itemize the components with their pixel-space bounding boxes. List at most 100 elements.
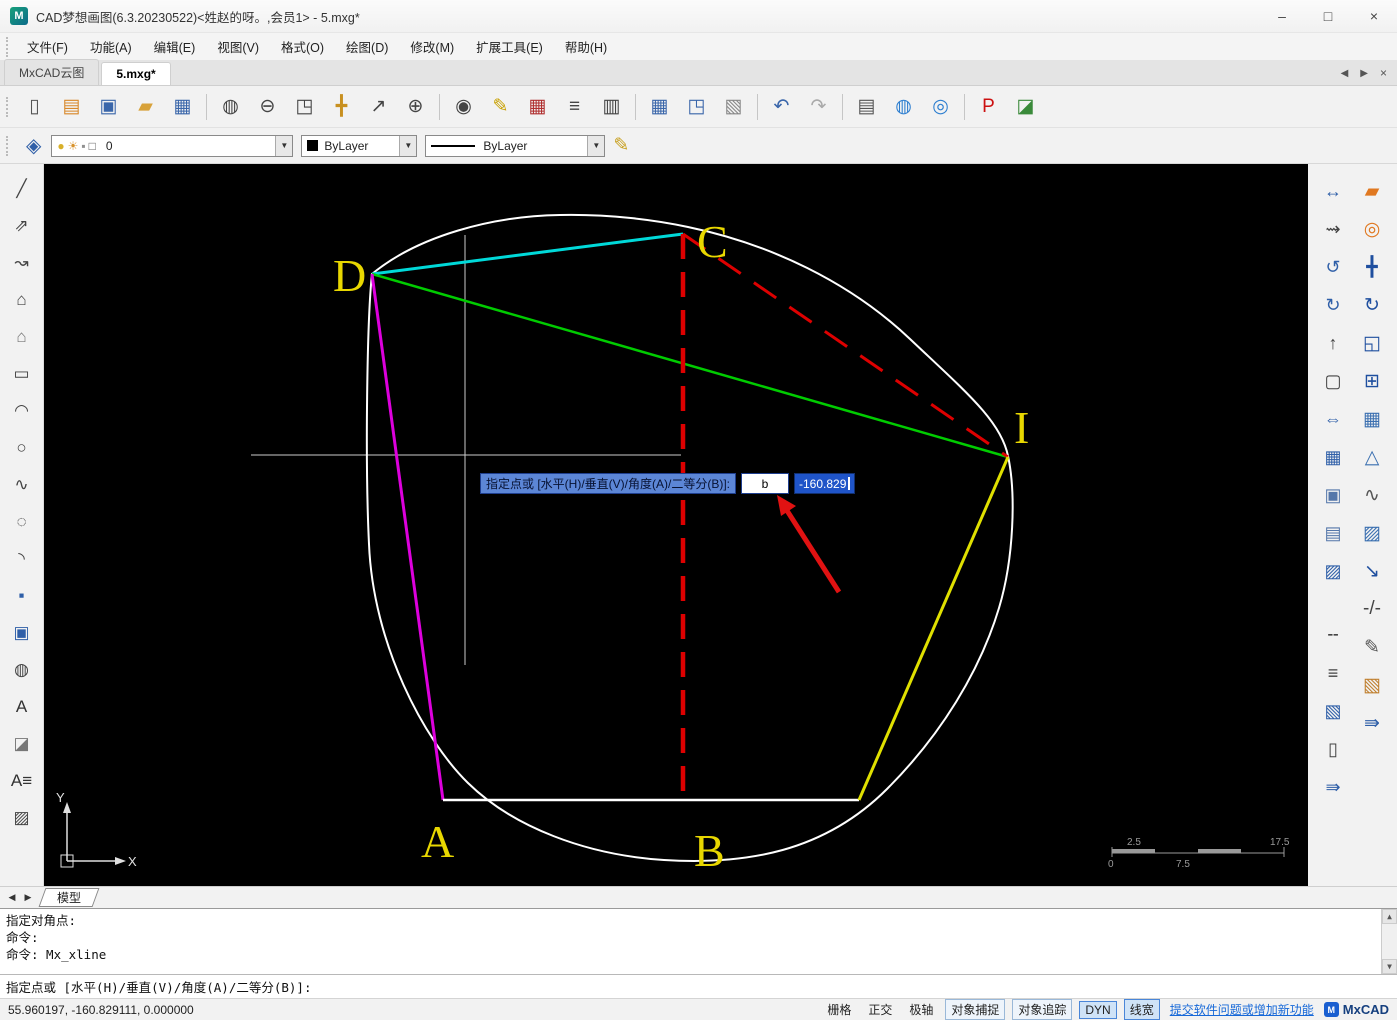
tab-next-icon[interactable]: ▶ (1360, 68, 1368, 79)
line-b-i[interactable] (857, 456, 1010, 801)
command-history[interactable]: 指定对角点: 命令: 命令: Mx_xline ▲ ▼ (0, 908, 1397, 974)
zoom-object-button[interactable]: ◉ (445, 90, 482, 124)
offset-button[interactable]: ⊞ (1354, 362, 1390, 400)
draw-ellipse-arc-button[interactable]: ◝ (4, 540, 40, 577)
draw-xline-button[interactable]: ⇗ (4, 207, 40, 244)
minimize-button[interactable]: – (1259, 0, 1305, 32)
draw-circle-button[interactable]: ○ (4, 429, 40, 466)
erase-button[interactable]: ▰ (1354, 172, 1390, 210)
menu-file[interactable]: 文件(F) (16, 33, 79, 60)
image-export-button[interactable]: ◪ (1007, 90, 1044, 124)
linetype-select[interactable]: ByLayer ▼ (425, 134, 606, 157)
color-select[interactable]: ByLayer ▼ (301, 134, 418, 157)
stretch-button[interactable]: ↘ (1354, 552, 1390, 590)
dynamic-input-option-field[interactable]: b (741, 473, 789, 494)
linetype-dropdown-arrow-icon[interactable]: ▼ (587, 135, 605, 156)
scroll-up-icon[interactable]: ▲ (1382, 909, 1397, 924)
break-button[interactable]: -/- (1354, 590, 1390, 628)
tab-prev-icon[interactable]: ◀ (1341, 68, 1349, 79)
menu-express-tools[interactable]: 扩展工具(E) (465, 33, 554, 60)
export-layout-button[interactable]: ◳ (678, 90, 715, 124)
zoom-window-button[interactable]: ⊕ (397, 90, 434, 124)
draw-text-button[interactable]: A (4, 688, 40, 725)
mirror-button[interactable]: △ (1354, 438, 1390, 476)
text-label-c[interactable]: C (697, 216, 728, 267)
chamfer-button[interactable]: ▨ (1354, 514, 1390, 552)
draw-point-button[interactable]: ▪ (4, 577, 40, 614)
web-share-button[interactable]: ◎ (922, 90, 959, 124)
sheets-button[interactable]: ▧ (715, 90, 752, 124)
quick-draw-button[interactable]: ✎ (482, 90, 519, 124)
scrollbar-track[interactable] (1382, 924, 1397, 959)
copy-object-button[interactable]: ▣ (1315, 476, 1351, 514)
dynamic-input-coordinate-field[interactable]: -160.829 (794, 473, 856, 494)
align-tool-button[interactable]: ⇛ (1315, 768, 1351, 806)
tab-5mxg[interactable]: 5.mxg* (101, 62, 171, 85)
draw-arc-button[interactable]: ◠ (4, 392, 40, 429)
new-from-template-button[interactable]: ▤ (53, 90, 90, 124)
print-button[interactable]: ▤ (848, 90, 885, 124)
menu-function[interactable]: 功能(A) (79, 33, 143, 60)
circle-entity[interactable] (365, 213, 1014, 862)
paste-object-button[interactable]: ▤ (1315, 514, 1351, 552)
draw-polyline-button[interactable]: ↝ (4, 244, 40, 281)
menu-modify[interactable]: 修改(M) (399, 33, 465, 60)
line-c-i[interactable] (682, 232, 1009, 459)
match-properties-button[interactable]: ⇛ (1354, 704, 1390, 742)
layout-table-button[interactable]: ▦ (641, 90, 678, 124)
zoom-fit-width-button[interactable]: ↔ (1315, 172, 1351, 210)
pdf-export-button[interactable]: P (970, 90, 1007, 124)
view-3d-button[interactable]: ▧ (1354, 666, 1390, 704)
array-button[interactable]: ▦ (1354, 400, 1390, 438)
draw-ellipse-button[interactable]: ◌ (4, 503, 40, 540)
zoom-up-button[interactable]: ↑ (1315, 324, 1351, 362)
draw-rectangle-button[interactable]: ▭ (4, 355, 40, 392)
maximize-button[interactable]: □ (1305, 0, 1351, 32)
undo-button[interactable]: ↶ (763, 90, 800, 124)
layer-dropdown-arrow-icon[interactable]: ▼ (275, 135, 293, 156)
zoom-dynamic-button[interactable]: ⇝ (1315, 210, 1351, 248)
web-publish-button[interactable]: ◍ (885, 90, 922, 124)
text-label-i[interactable]: I (1014, 402, 1029, 453)
save-as-button[interactable]: ▦ (164, 90, 201, 124)
text-style-button[interactable]: ≡ (556, 90, 593, 124)
layout-next-icon[interactable]: ▶ (20, 892, 36, 903)
save-button[interactable]: ▣ (90, 90, 127, 124)
draw-hatch-button[interactable]: ▨ (4, 799, 40, 836)
menu-help[interactable]: 帮助(H) (554, 33, 618, 60)
zoom-rect-button[interactable]: ▢ (1315, 362, 1351, 400)
draw-block-button[interactable]: ▣ (4, 614, 40, 651)
zoom-out-button[interactable]: ⊖ (249, 90, 286, 124)
open-file-button[interactable]: ▰ (127, 90, 164, 124)
table-button[interactable]: ▦ (519, 90, 556, 124)
zoom-previous-button[interactable]: ↺ (1315, 248, 1351, 286)
zoom-extents-button[interactable]: ◳ (286, 90, 323, 124)
toggle-lineweight[interactable]: 线宽 (1123, 999, 1160, 1020)
draw-polygon-button[interactable]: ⌂ (4, 281, 40, 318)
tab-mxcad-cloud[interactable]: MxCAD云图 (4, 59, 100, 85)
line-d-a[interactable] (370, 273, 445, 801)
redo-button[interactable]: ↷ (800, 90, 837, 124)
line-d-c[interactable] (371, 232, 684, 276)
layer-select[interactable]: ● ☀ ▪ □ 0 ▼ (51, 134, 294, 157)
tab-close-icon[interactable]: × (1380, 66, 1387, 80)
text-label-b[interactable]: B (694, 825, 725, 876)
draw-polygon-solid-button[interactable]: ⌂ (4, 318, 40, 355)
sheet-button[interactable]: ▥ (593, 90, 630, 124)
menu-draw[interactable]: 绘图(D) (335, 33, 399, 60)
toggle-dyn[interactable]: DYN (1079, 1000, 1117, 1019)
layer-manager-icon[interactable]: ◈ (26, 133, 41, 158)
toggle-polar[interactable]: 极轴 (904, 1000, 938, 1019)
rotate-button[interactable]: ↻ (1354, 286, 1390, 324)
linetype-tool-button[interactable]: ╌ (1315, 616, 1351, 654)
toggle-grid[interactable]: 栅格 (822, 1000, 856, 1019)
find-button[interactable]: ◍ (212, 90, 249, 124)
command-input[interactable]: 指定点或 [水平(H)/垂直(V)/角度(A)/二等分(B)]: (0, 974, 1397, 998)
zoom-realtime-button[interactable]: ↻ (1315, 286, 1351, 324)
zoom-scale-button[interactable]: ↗ (360, 90, 397, 124)
tab-model[interactable]: 模型 (38, 888, 100, 907)
draw-image-button[interactable]: ◪ (4, 725, 40, 762)
multiline-tool-button[interactable]: ≡ (1315, 654, 1351, 692)
toggle-ortho[interactable]: 正交 (863, 1000, 897, 1019)
scale-button[interactable]: ◱ (1354, 324, 1390, 362)
